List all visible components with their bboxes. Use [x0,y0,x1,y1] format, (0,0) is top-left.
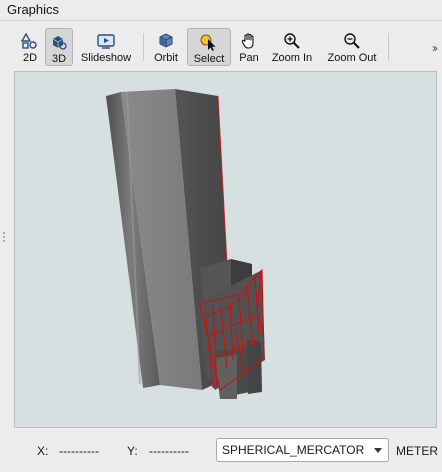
selected-building-model[interactable] [199,259,265,399]
3d-button[interactable]: 3D [45,28,73,66]
zoom-in-button[interactable]: Zoom In [269,28,315,66]
graphics-toolbar: 2D 3D Slideshow Orbit Select Pan Zoom In… [14,27,442,67]
select-button-label: Select [193,53,225,65]
splitter-grip-dot [3,240,5,242]
pan-button[interactable]: Pan [235,28,263,66]
zoom-in-button-label: Zoom In [271,52,313,64]
orbit-button-label: Orbit [154,52,178,64]
orbit-button[interactable]: Orbit [150,28,182,66]
y-coordinate-value: ---------- [149,444,189,458]
2d-button[interactable]: 2D [16,28,44,66]
select-cursor-icon [199,32,219,51]
panel-title: Graphics [7,2,60,17]
splitter-grip-dot [3,232,5,234]
slideshow-button[interactable]: Slideshow [78,28,134,66]
y-coordinate-label: Y: [127,444,138,458]
3d-view-icon [50,32,68,51]
zoom-in-icon [283,31,301,50]
projection-select-value: SPHERICAL_MERCATOR [222,443,365,457]
zoom-out-button-label: Zoom Out [327,52,377,64]
status-bar: X: ---------- Y: ---------- SPHERICAL_ME… [0,435,442,465]
x-coordinate-label: X: [37,444,49,458]
3d-viewport[interactable] [14,71,437,428]
3d-button-label: 3D [51,53,67,65]
select-button[interactable]: Select [187,28,231,66]
x-coordinate-value: ---------- [59,444,99,458]
2d-view-icon [21,31,39,50]
splitter-grip-dot [3,236,5,238]
zoom-out-button[interactable]: Zoom Out [322,28,382,66]
hand-icon [240,31,258,50]
projection-select[interactable]: SPHERICAL_MERCATOR [216,438,389,462]
toolbar-separator [388,33,389,61]
title-divider [0,20,442,21]
pan-button-label: Pan [239,52,259,64]
3d-scene [106,89,265,399]
slideshow-icon [96,31,116,50]
slideshow-button-label: Slideshow [80,52,132,64]
toolbar-overflow-chevron-icon[interactable]: ›› [432,41,438,55]
zoom-out-icon [343,31,361,50]
orbit-cube-icon [157,31,175,50]
units-label: METER [396,444,438,458]
toolbar-separator [143,33,144,61]
chevron-down-icon [374,448,382,453]
2d-button-label: 2D [22,52,38,64]
